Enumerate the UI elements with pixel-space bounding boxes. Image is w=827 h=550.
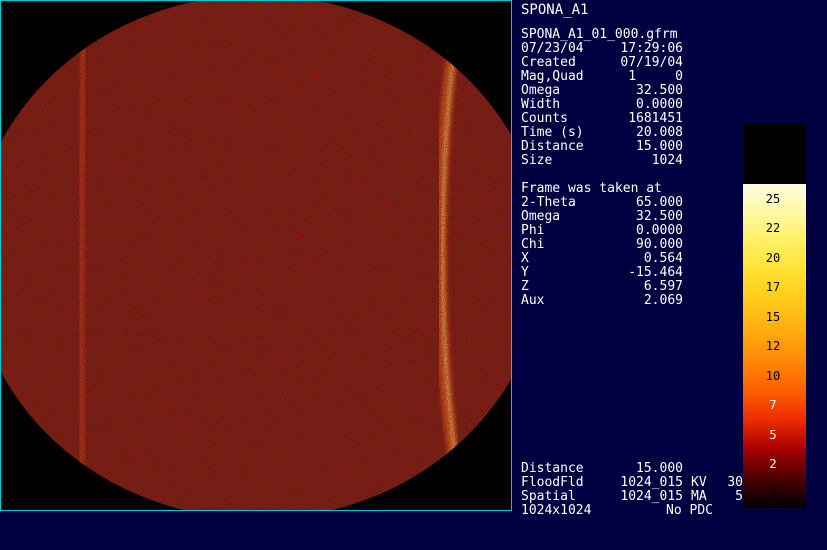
info-value: 65.000 xyxy=(636,195,683,210)
calibration-cell: 15.000 xyxy=(636,461,683,476)
info-row: Omega 32.500 xyxy=(521,84,686,98)
info-row: Size 1024 xyxy=(521,154,686,168)
calibration-cell: 1024_015 xyxy=(620,475,683,490)
info-row: Z 6.597 xyxy=(521,280,686,294)
colorbar-tick-label: 7 xyxy=(769,398,777,413)
frame-title: SPONA_A1 xyxy=(521,2,589,18)
info-value: 20.008 xyxy=(636,125,683,140)
info-row: Frame was taken at xyxy=(521,182,686,196)
info-label: SPONA_A1_01_000.gfrm xyxy=(521,27,678,42)
calibration-row: Distance 15.000 xyxy=(521,462,743,476)
info-row: Time (s) 20.008 xyxy=(521,126,686,140)
frame-position-panel: Frame was taken at 2-Theta 65.000 Omega 32.5… xyxy=(521,182,686,308)
info-value: 0.564 xyxy=(643,251,683,266)
info-label: Size xyxy=(521,153,553,168)
info-value: 90.000 xyxy=(636,237,683,252)
info-label: Aux xyxy=(521,293,545,308)
file-info-panel: SPONA_A1_01_000.gfrm 07/23/04 17:29:06 Crea… xyxy=(521,28,686,168)
info-value: 17:29:06 xyxy=(620,41,683,56)
info-label: Created xyxy=(521,55,576,70)
colorbar-overflow-band xyxy=(743,124,806,184)
info-label: Phi xyxy=(521,223,545,238)
calibration-cell: MA xyxy=(691,489,707,504)
calibration-cell: KV xyxy=(691,475,707,490)
info-label: 07/23/04 xyxy=(521,41,584,56)
info-row: Aux 2.069 xyxy=(521,294,686,308)
info-label: Time (s) xyxy=(521,125,584,140)
calibration-cell: Spatial xyxy=(521,489,576,504)
calibration-row: 1024x1024 No PDC xyxy=(521,504,743,518)
info-row: Distance 15.000 xyxy=(521,140,686,154)
colorbar-tick-label: 5 xyxy=(769,427,777,442)
info-label: Y xyxy=(521,265,529,280)
calibration-cell: Distance xyxy=(521,461,584,476)
calibration-cell: 1024_015 xyxy=(620,489,683,504)
info-value: 0.0000 xyxy=(636,97,683,112)
colorbar-tick-label: 10 xyxy=(765,368,781,383)
info-row: Y -15.464 xyxy=(521,266,686,280)
info-value: 6.597 xyxy=(643,279,683,294)
colorbar-tick-label: 2 xyxy=(769,457,777,472)
info-label: Distance xyxy=(521,139,584,154)
info-row: 2-Theta 65.000 xyxy=(521,196,686,210)
colorbar-tick-label: 12 xyxy=(765,339,781,354)
info-row: Width 0.0000 xyxy=(521,98,686,112)
calibration-cell: 30 xyxy=(727,475,743,490)
colorbar-tick-label: 15 xyxy=(765,309,781,324)
intensity-colorbar: 25 22 20 17 15 12 10 7 5 2 0 xyxy=(743,124,806,508)
detector-image xyxy=(1,1,511,510)
info-row: X 0.564 xyxy=(521,252,686,266)
info-row: 07/23/04 17:29:06 xyxy=(521,42,686,56)
info-row: Phi 0.0000 xyxy=(521,224,686,238)
calibration-row: Spatial 1024_015 MA 5 xyxy=(521,490,743,504)
info-row: SPONA_A1_01_000.gfrm xyxy=(521,28,686,42)
colorbar-tick-label: 20 xyxy=(765,250,781,265)
calibration-cell: No PDC xyxy=(666,503,713,518)
info-value: 0.0000 xyxy=(636,223,683,238)
detector-noise xyxy=(1,1,511,510)
calibration-panel: Distance 15.000 FloodFld 1024_015 KV 30 Spatia… xyxy=(521,462,743,518)
info-label: X xyxy=(521,251,529,266)
info-value: -15.464 xyxy=(628,265,683,280)
calibration-row: FloodFld 1024_015 KV 30 xyxy=(521,476,743,490)
info-label: Chi xyxy=(521,237,545,252)
info-value: 2.069 xyxy=(643,293,683,308)
colorbar-tick-label: 0 xyxy=(769,486,777,501)
info-value: 32.500 xyxy=(636,83,683,98)
colorbar-tick-label: 22 xyxy=(765,221,781,236)
calibration-cell: 5 xyxy=(735,489,743,504)
colorbar-tick-label: 17 xyxy=(765,280,781,295)
info-value: 15.000 xyxy=(636,139,683,154)
info-label: 2-Theta xyxy=(521,195,576,210)
info-value: 1024 xyxy=(651,153,683,168)
colorbar-tick-label: 25 xyxy=(765,192,781,206)
info-label: Omega xyxy=(521,209,561,224)
info-label: Omega xyxy=(521,83,561,98)
info-row: Omega 32.500 xyxy=(521,210,686,224)
info-value: 1 0 xyxy=(628,69,683,84)
diffraction-frame-image[interactable] xyxy=(0,0,512,511)
info-row: Counts 1681451 xyxy=(521,112,686,126)
info-row: Mag,Quad 1 0 xyxy=(521,70,686,84)
info-label: Frame was taken at xyxy=(521,181,662,196)
info-label: Counts xyxy=(521,111,568,126)
info-label: Z xyxy=(521,279,529,294)
calibration-cell: 1024x1024 xyxy=(521,503,592,518)
detector-area xyxy=(1,1,511,510)
info-value: 32.500 xyxy=(636,209,683,224)
info-row: Chi 90.000 xyxy=(521,238,686,252)
calibration-cell: FloodFld xyxy=(521,475,584,490)
info-row: Created 07/19/04 xyxy=(521,56,686,70)
info-label: Width xyxy=(521,97,561,112)
info-value: 1681451 xyxy=(628,111,683,126)
info-label: Mag,Quad xyxy=(521,69,584,84)
info-value: 07/19/04 xyxy=(620,55,683,70)
